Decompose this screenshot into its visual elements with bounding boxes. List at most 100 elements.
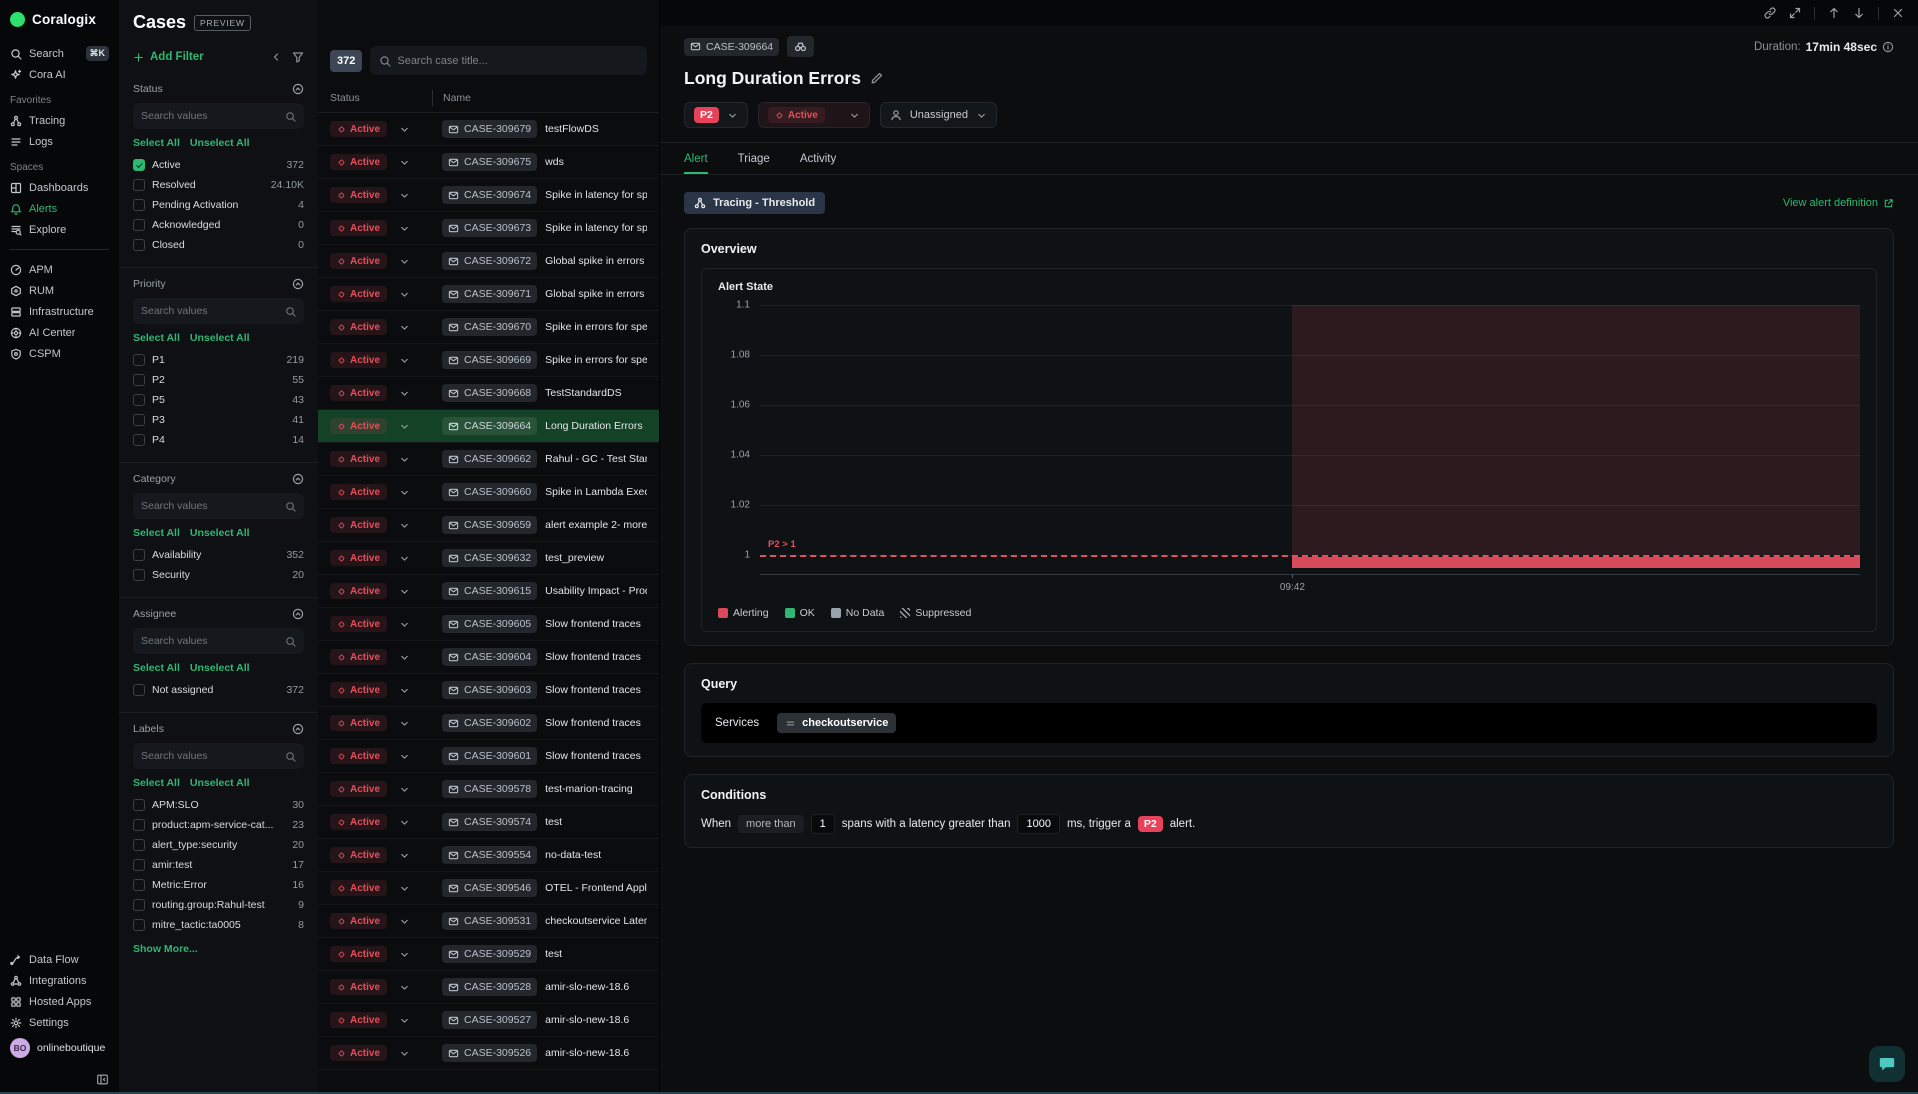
expand-button[interactable]: [1789, 7, 1801, 19]
filter-search-box[interactable]: Search values: [133, 493, 304, 519]
case-row[interactable]: Active CASE-309675 wds: [318, 146, 659, 179]
sidebar-item-cora-ai[interactable]: Cora AI: [0, 64, 119, 85]
filter-option[interactable]: routing.group:Rahul-test 9: [133, 895, 304, 915]
checkbox[interactable]: [133, 839, 145, 851]
filter-search-box[interactable]: Search values: [133, 743, 304, 769]
case-row[interactable]: Active CASE-309662 Rahul - GC - Test Sta…: [318, 443, 659, 476]
filter-option[interactable]: Security 20: [133, 565, 304, 585]
condition-threshold-pill[interactable]: 1000: [1017, 814, 1059, 834]
case-row[interactable]: Active CASE-309669 Spike in errors for s…: [318, 344, 659, 377]
case-row[interactable]: Active CASE-309602 Slow frontend traces: [318, 707, 659, 740]
select-all-link[interactable]: Select All: [133, 527, 180, 539]
filter-option[interactable]: Acknowledged 0: [133, 215, 304, 235]
case-row[interactable]: Active CASE-309529 test: [318, 938, 659, 971]
case-row[interactable]: Active CASE-309574 test: [318, 806, 659, 839]
sidebar-item-cspm[interactable]: CSPM: [0, 343, 119, 364]
case-row[interactable]: Active CASE-309670 Spike in errors for s…: [318, 311, 659, 344]
unselect-all-link[interactable]: Unselect All: [190, 662, 250, 674]
case-row[interactable]: Active CASE-309526 amir-slo-new-18.6: [318, 1037, 659, 1070]
row-expand-button[interactable]: [399, 916, 410, 927]
collapse-filters-button[interactable]: [270, 51, 282, 63]
unselect-all-link[interactable]: Unselect All: [190, 332, 250, 344]
row-expand-button[interactable]: [399, 454, 410, 465]
row-expand-button[interactable]: [399, 652, 410, 663]
case-row[interactable]: Active CASE-309668 TestStandardDS: [318, 377, 659, 410]
filter-funnel-button[interactable]: [292, 51, 304, 63]
row-expand-button[interactable]: [399, 619, 410, 630]
filter-option[interactable]: P2 55: [133, 370, 304, 390]
row-expand-button[interactable]: [399, 850, 410, 861]
filter-option[interactable]: APM:SLO 30: [133, 795, 304, 815]
case-row[interactable]: Active CASE-309660 Spike in Lambda Execu…: [318, 476, 659, 509]
tab-activity[interactable]: Activity: [800, 143, 836, 174]
checkbox-checked[interactable]: [133, 159, 145, 171]
row-expand-button[interactable]: [399, 751, 410, 762]
view-alert-definition-link[interactable]: View alert definition: [1783, 197, 1894, 209]
row-expand-button[interactable]: [399, 520, 410, 531]
sidebar-item-rum[interactable]: RUM: [0, 280, 119, 301]
next-case-button[interactable]: [1853, 7, 1865, 19]
edit-title-button[interactable]: [870, 72, 883, 85]
case-row[interactable]: Active CASE-309604 Slow frontend traces: [318, 641, 659, 674]
row-expand-button[interactable]: [399, 718, 410, 729]
checkbox[interactable]: [133, 199, 145, 211]
copy-link-button[interactable]: [1764, 7, 1776, 19]
previous-case-button[interactable]: [1828, 7, 1840, 19]
filter-option[interactable]: Metric:Error 16: [133, 875, 304, 895]
case-row-selected[interactable]: Active CASE-309664 Long Duration Errors: [318, 410, 659, 443]
checkbox[interactable]: [133, 819, 145, 831]
watchers-badge[interactable]: [787, 36, 814, 57]
checkbox[interactable]: [133, 414, 145, 426]
case-row[interactable]: Active CASE-309659 alert example 2- more…: [318, 509, 659, 542]
filter-option[interactable]: alert_type:security 20: [133, 835, 304, 855]
row-expand-button[interactable]: [399, 982, 410, 993]
add-filter-button[interactable]: Add Filter: [133, 51, 204, 63]
case-row[interactable]: Active CASE-309671 Global spike in error…: [318, 278, 659, 311]
checkbox[interactable]: [133, 374, 145, 386]
sidebar-item-data-flow[interactable]: Data Flow: [0, 949, 119, 970]
sidebar-item-explore[interactable]: Explore: [0, 219, 119, 240]
sidebar-item-search[interactable]: Search⌘K: [0, 43, 119, 64]
sidebar-item-alerts[interactable]: Alerts: [0, 198, 119, 219]
row-expand-button[interactable]: [399, 1048, 410, 1059]
unselect-all-link[interactable]: Unselect All: [190, 137, 250, 149]
row-expand-button[interactable]: [399, 223, 410, 234]
section-collapse-button[interactable]: [292, 723, 304, 735]
case-row[interactable]: Active CASE-309679 testFlowDS: [318, 113, 659, 146]
condition-count-pill[interactable]: 1: [811, 814, 835, 834]
filter-option[interactable]: P1 219: [133, 350, 304, 370]
select-all-link[interactable]: Select All: [133, 332, 180, 344]
legend-item-ok[interactable]: OK: [785, 607, 815, 619]
sidebar-item-dashboards[interactable]: Dashboards: [0, 177, 119, 198]
filter-search-box[interactable]: Search values: [133, 628, 304, 654]
select-all-link[interactable]: Select All: [133, 137, 180, 149]
case-row[interactable]: Active CASE-309674 Spike in latency for …: [318, 179, 659, 212]
show-more-link[interactable]: Show More...: [133, 943, 304, 955]
section-collapse-button[interactable]: [292, 83, 304, 95]
sidebar-item-apm[interactable]: APM: [0, 259, 119, 280]
legend-item-no-data[interactable]: No Data: [831, 607, 885, 619]
case-row[interactable]: Active CASE-309546 OTEL - Frontend Appli…: [318, 872, 659, 905]
assignee-select[interactable]: Unassigned: [880, 102, 997, 128]
column-header-status[interactable]: Status: [330, 92, 432, 104]
section-collapse-button[interactable]: [292, 608, 304, 620]
filter-option[interactable]: Resolved 24.10K: [133, 175, 304, 195]
row-expand-button[interactable]: [399, 289, 410, 300]
row-expand-button[interactable]: [399, 586, 410, 597]
filter-option[interactable]: amir:test 17: [133, 855, 304, 875]
case-row[interactable]: Active CASE-309554 no-data-test: [318, 839, 659, 872]
case-row[interactable]: Active CASE-309605 Slow frontend traces: [318, 608, 659, 641]
account-item[interactable]: BO onlineboutique: [0, 1033, 119, 1063]
filter-option[interactable]: P3 41: [133, 410, 304, 430]
checkbox[interactable]: [133, 179, 145, 191]
tab-triage[interactable]: Triage: [738, 143, 770, 174]
legend-item-alerting[interactable]: Alerting: [718, 607, 769, 619]
checkbox[interactable]: [133, 239, 145, 251]
filter-option[interactable]: product:apm-service-cat... 23: [133, 815, 304, 835]
case-row[interactable]: Active CASE-309601 Slow frontend traces: [318, 740, 659, 773]
case-row[interactable]: Active CASE-309673 Spike in latency for …: [318, 212, 659, 245]
case-row[interactable]: Active CASE-309527 amir-slo-new-18.6: [318, 1004, 659, 1037]
status-select[interactable]: Active: [758, 102, 870, 128]
sidebar-item-hosted-apps[interactable]: Hosted Apps: [0, 991, 119, 1012]
row-expand-button[interactable]: [399, 256, 410, 267]
